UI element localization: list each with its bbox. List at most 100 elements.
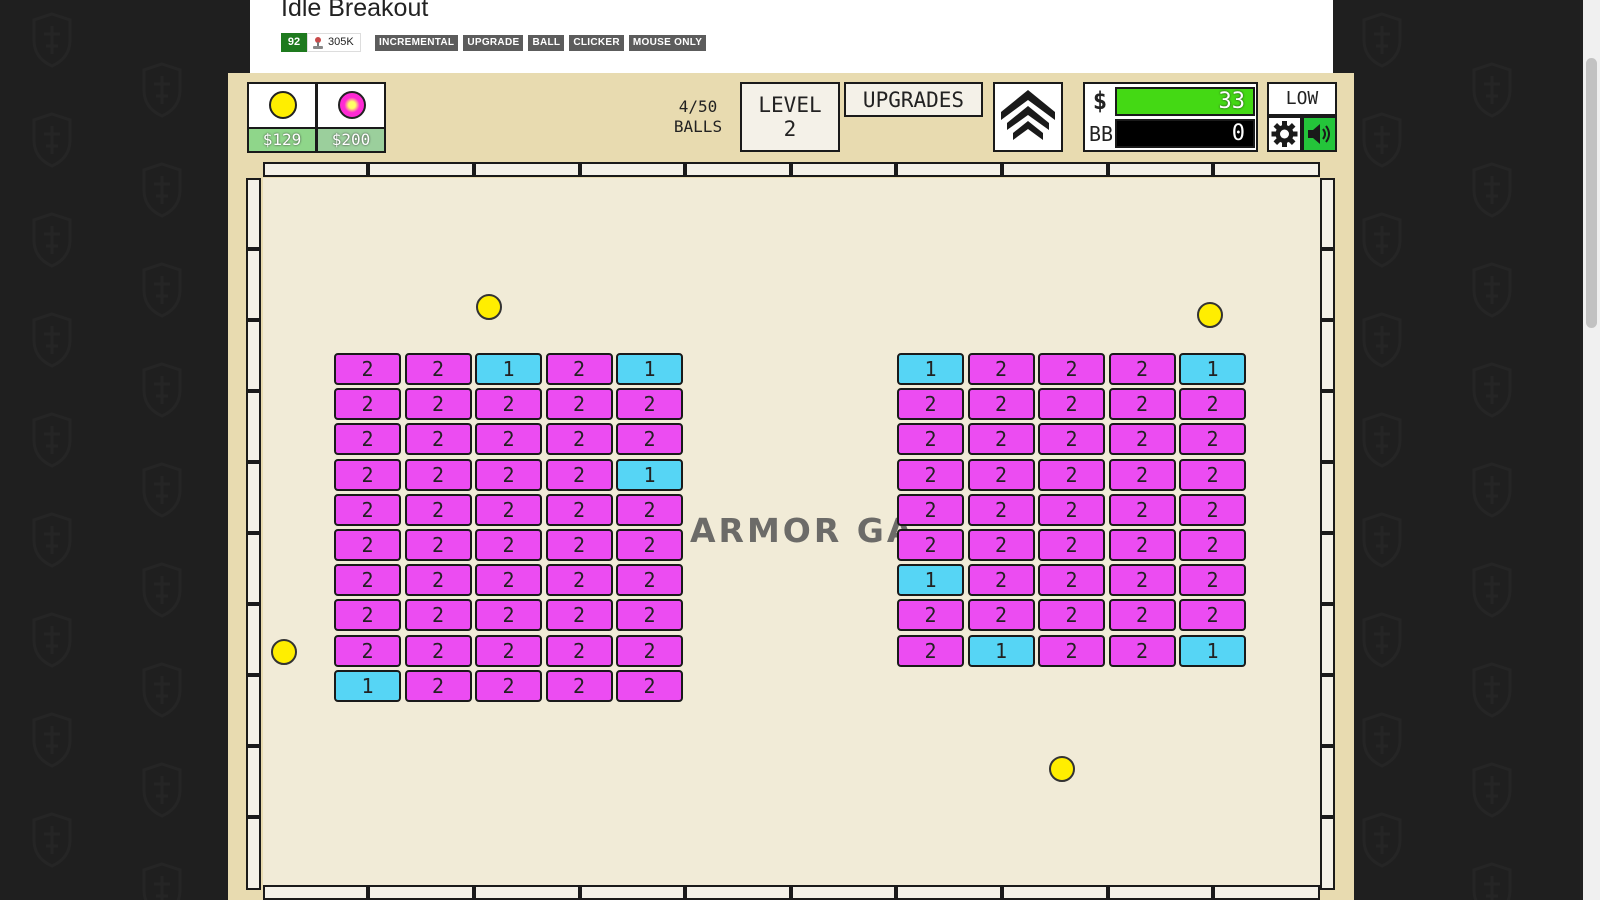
tag-incremental[interactable]: INCREMENTAL [375,35,459,51]
brick[interactable]: 2 [475,458,542,491]
brick[interactable]: 2 [1108,493,1176,526]
brick[interactable]: 2 [545,564,613,597]
brick[interactable]: 2 [404,669,472,702]
brick[interactable]: 2 [404,388,472,421]
brick[interactable]: 1 [1179,353,1246,385]
brick[interactable]: 2 [545,599,613,632]
brick[interactable]: 2 [616,669,683,702]
brick[interactable]: 2 [1038,388,1105,421]
brick[interactable]: 1 [897,564,964,597]
brick[interactable]: 2 [897,388,964,421]
brick[interactable]: 2 [897,458,964,491]
settings-button[interactable] [1267,116,1302,152]
brick[interactable]: 2 [334,529,401,561]
brick[interactable]: 2 [1108,458,1176,491]
tag-ball[interactable]: BALL [528,35,565,51]
brick[interactable]: 1 [616,353,683,385]
brick[interactable]: 2 [967,599,1035,632]
brick[interactable]: 2 [967,529,1035,561]
brick[interactable]: 2 [334,353,401,385]
brick[interactable]: 2 [1108,599,1176,632]
brick[interactable]: 2 [545,634,613,667]
buy-magenta-ball-button[interactable]: $200 [316,82,386,153]
brick[interactable]: 2 [1038,529,1105,561]
brick[interactable]: 2 [334,423,401,456]
brick[interactable]: 2 [1038,634,1105,667]
brick[interactable]: 2 [1038,493,1105,526]
brick[interactable]: 2 [897,423,964,456]
brick[interactable]: 2 [545,493,613,526]
brick[interactable]: 2 [1179,529,1246,561]
brick[interactable]: 2 [404,529,472,561]
brick[interactable]: 2 [404,423,472,456]
brick[interactable]: 2 [404,599,472,632]
brick[interactable]: 2 [967,493,1035,526]
brick[interactable]: 2 [1179,423,1246,456]
brick[interactable]: 2 [1108,423,1176,456]
brick[interactable]: 2 [545,529,613,561]
brick[interactable]: 2 [404,458,472,491]
brick[interactable]: 2 [545,423,613,456]
brick[interactable]: 2 [334,458,401,491]
brick[interactable]: 2 [334,388,401,421]
brick[interactable]: 2 [1179,493,1246,526]
brick[interactable]: 2 [1179,388,1246,421]
brick[interactable]: 2 [1179,458,1246,491]
brick[interactable]: 2 [475,564,542,597]
tag-clicker[interactable]: CLICKER [569,35,624,51]
brick[interactable]: 1 [1179,634,1246,667]
brick[interactable]: 2 [616,423,683,456]
brick[interactable]: 2 [1179,564,1246,597]
brick[interactable]: 1 [334,669,401,702]
brick[interactable]: 2 [967,423,1035,456]
brick[interactable]: 1 [897,353,964,385]
scrollbar-thumb[interactable] [1586,58,1597,328]
brick[interactable]: 2 [897,634,964,667]
brick[interactable]: 2 [1038,564,1105,597]
brick[interactable]: 1 [475,353,542,385]
brick[interactable]: 2 [1108,634,1176,667]
brick[interactable]: 2 [404,493,472,526]
brick[interactable]: 2 [1179,599,1246,632]
brick[interactable]: 2 [897,599,964,632]
buy-yellow-ball-button[interactable]: $129 [247,82,317,153]
prestige-button[interactable] [993,82,1063,152]
brick[interactable]: 2 [545,458,613,491]
sound-button[interactable] [1302,116,1337,152]
brick[interactable]: 2 [475,634,542,667]
quality-toggle[interactable]: LOW [1267,82,1337,116]
brick[interactable]: 2 [616,388,683,421]
tag-mouse-only[interactable]: MOUSE ONLY [628,35,707,51]
brick[interactable]: 2 [404,564,472,597]
brick[interactable]: 2 [897,529,964,561]
brick[interactable]: 2 [334,493,401,526]
brick[interactable]: 2 [1108,353,1176,385]
brick[interactable]: 2 [404,353,472,385]
brick[interactable]: 2 [616,634,683,667]
brick[interactable]: 2 [475,669,542,702]
brick[interactable]: 2 [616,599,683,632]
brick[interactable]: 2 [616,529,683,561]
brick[interactable]: 2 [545,353,613,385]
brick[interactable]: 2 [545,669,613,702]
brick[interactable]: 2 [475,529,542,561]
brick[interactable]: 2 [1108,564,1176,597]
brick[interactable]: 2 [616,564,683,597]
tag-upgrade[interactable]: UPGRADE [463,35,524,51]
brick[interactable]: 2 [1038,458,1105,491]
brick[interactable]: 2 [475,493,542,526]
brick[interactable]: 2 [475,423,542,456]
brick[interactable]: 2 [1038,423,1105,456]
brick[interactable]: 2 [616,493,683,526]
brick[interactable]: 2 [1038,599,1105,632]
brick[interactable]: 2 [404,634,472,667]
brick[interactable]: 2 [334,564,401,597]
brick[interactable]: 2 [334,599,401,632]
brick[interactable]: 2 [967,458,1035,491]
brick[interactable]: 1 [967,634,1035,667]
brick[interactable]: 2 [334,634,401,667]
brick[interactable]: 2 [1108,529,1176,561]
brick[interactable]: 2 [545,388,613,421]
brick[interactable]: 2 [475,388,542,421]
brick[interactable]: 2 [897,493,964,526]
